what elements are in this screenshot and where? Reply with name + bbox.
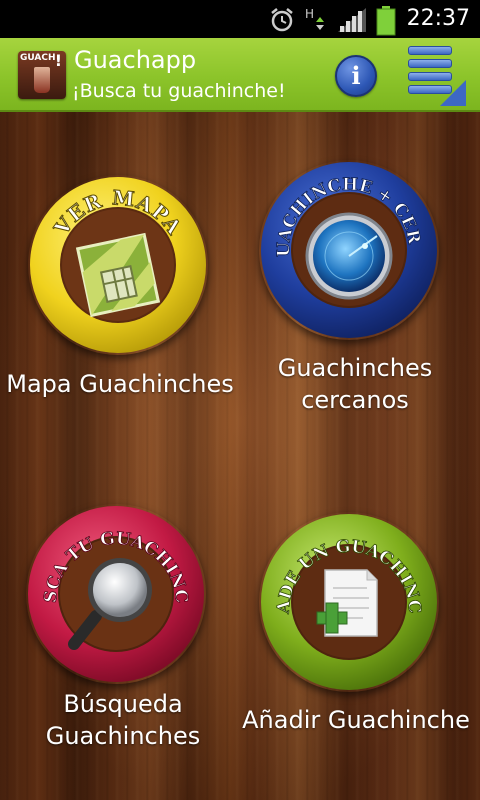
tile-nearby[interactable]: GUACHINCHE + CERCA Guachinches cercanos [240,112,480,432]
tile-label: Guachinches cercanos [277,354,433,414]
app-logo[interactable]: GUACH ! [18,51,66,99]
tile-label: Añadir Guachinche [242,706,470,734]
tile-label: Mapa Guachinches [6,370,234,398]
menu-button[interactable] [404,44,470,108]
tile-add[interactable]: AÑADE UN GUACHINCHE Añadir Guachinche [240,432,480,752]
map-badge[interactable]: VER MAPA [28,175,208,355]
tile-map[interactable]: VER MAPA Mapa Guachinches [0,112,240,432]
app-title: Guachapp [74,46,197,74]
radar-icon [305,212,393,300]
add-badge[interactable]: AÑADE UN GUACHINCHE [259,512,439,692]
logo-text: GUACH [20,53,56,63]
app-subtitle: ¡Busca tu guachinche! [72,80,286,102]
svg-text:H: H [305,7,314,21]
map-icon [75,232,161,318]
tile-search[interactable]: BUSCA TU GUACHINCHE Búsqueda Guachinches [0,432,240,752]
status-bar: H 22:37 [0,0,480,38]
info-icon: i [351,61,361,90]
alarm-icon [268,6,296,38]
tile-label: Búsqueda Guachinches [45,690,201,750]
signal-icon [336,6,370,38]
logo-mark: ! [54,51,62,70]
status-time: 22:37 [406,6,470,31]
hspa-data-icon: H [304,6,334,38]
info-button[interactable]: i [335,55,377,97]
nearby-badge[interactable]: GUACHINCHE + CERCA [259,160,439,340]
search-badge[interactable]: BUSCA TU GUACHINCHE [26,504,206,684]
glass-icon [34,67,50,93]
battery-icon [376,6,396,40]
app-header: GUACH ! Guachapp ¡Busca tu guachinche! i [0,38,480,112]
add-document-icon [316,569,378,637]
